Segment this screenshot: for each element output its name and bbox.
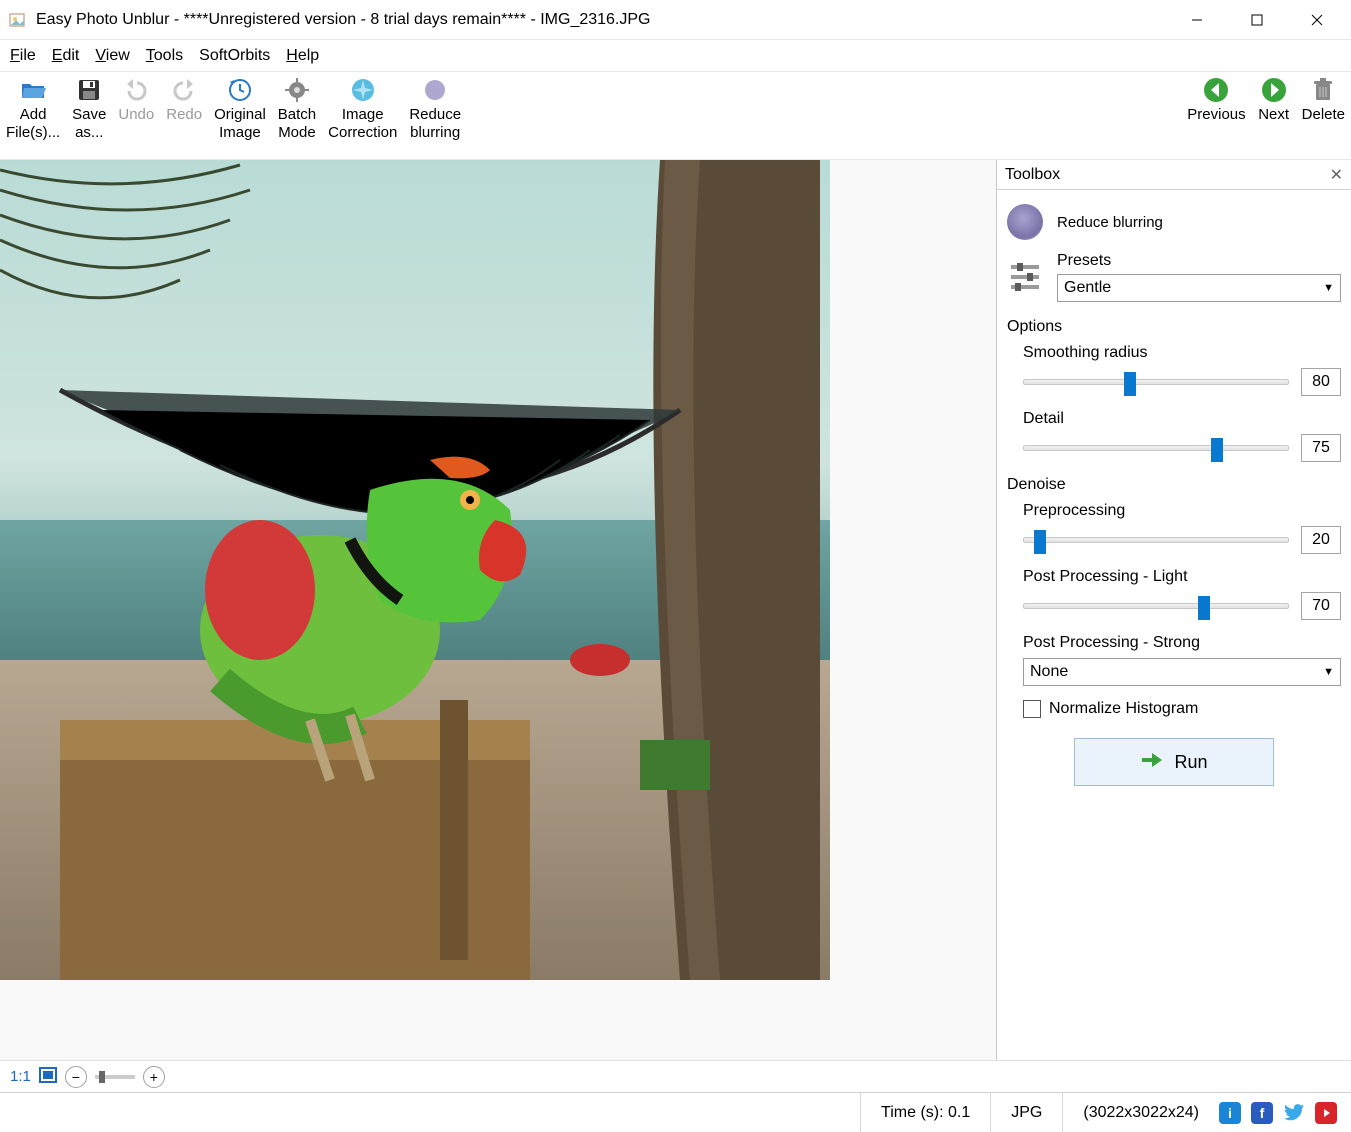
add-files-button[interactable]: Add File(s)... [0,72,66,159]
original-image-button[interactable]: Original Image [208,72,272,159]
options-group-label: Options [1007,318,1341,336]
menu-file[interactable]: File [10,47,36,65]
blur-mode-icon [1007,204,1043,240]
zoom-bar: 1:1 − + [0,1060,1351,1092]
postprocessing-light-slider[interactable] [1023,603,1289,609]
zoom-slider[interactable] [95,1075,135,1079]
save-icon [75,76,103,104]
normalize-histogram-label: Normalize Histogram [1049,700,1198,718]
app-icon [8,10,28,30]
main-area: Toolbox ✕ Reduce blurring Presets Gentle… [0,160,1351,1060]
next-button[interactable]: Next [1252,72,1296,159]
detail-label: Detail [1023,410,1341,428]
menu-view[interactable]: View [95,47,129,65]
zoom-1to1-button[interactable]: 1:1 [10,1068,31,1085]
folder-open-icon [19,76,47,104]
detail-value[interactable]: 75 [1301,434,1341,462]
window-title: Easy Photo Unblur - ****Unregistered ver… [36,11,1167,29]
toolbar: Add File(s)... Save as... Undo Redo Orig… [0,72,1351,160]
toolbox-header: Toolbox ✕ [997,160,1351,190]
run-arrow-icon [1140,750,1164,775]
postprocessing-light-value[interactable]: 70 [1301,592,1341,620]
arrow-left-icon [1202,76,1230,104]
chevron-down-icon: ▼ [1323,666,1334,678]
image-correction-button[interactable]: Image Correction [322,72,403,159]
normalize-histogram-checkbox[interactable] [1023,700,1041,718]
close-button[interactable] [1287,0,1347,40]
presets-combo[interactable]: Gentle ▼ [1057,274,1341,302]
undo-button[interactable]: Undo [112,72,160,159]
toolbox-panel: Toolbox ✕ Reduce blurring Presets Gentle… [996,160,1351,1060]
postprocessing-light-label: Post Processing - Light [1023,568,1341,586]
minimize-button[interactable] [1167,0,1227,40]
smoothing-label: Smoothing radius [1023,344,1341,362]
arrow-right-icon [1260,76,1288,104]
titlebar: Easy Photo Unblur - ****Unregistered ver… [0,0,1351,40]
presets-icon [1007,259,1043,295]
image-canvas[interactable] [0,160,996,1060]
clock-icon [226,76,254,104]
detail-slider[interactable] [1023,445,1289,451]
preprocessing-value[interactable]: 20 [1301,526,1341,554]
maximize-button[interactable] [1227,0,1287,40]
twitter-icon[interactable] [1283,1102,1305,1124]
mode-label: Reduce blurring [1057,214,1163,231]
chevron-down-icon: ▼ [1323,282,1334,294]
youtube-icon[interactable] [1315,1102,1337,1124]
menu-tools[interactable]: Tools [146,47,183,65]
toolbox-title: Toolbox [1005,166,1060,184]
trash-icon [1309,76,1337,104]
statusbar: Time (s): 0.1 JPG (3022x3022x24) i f [0,1092,1351,1132]
run-button[interactable]: Run [1074,738,1274,786]
batch-mode-button[interactable]: Batch Mode [272,72,322,159]
image-preview [0,160,830,980]
previous-button[interactable]: Previous [1181,72,1251,159]
zoom-out-button[interactable]: − [65,1066,87,1088]
status-time: Time (s): 0.1 [860,1093,990,1132]
preprocessing-slider[interactable] [1023,537,1289,543]
menu-help[interactable]: Help [286,47,319,65]
redo-icon [170,76,198,104]
postprocessing-strong-combo[interactable]: None ▼ [1023,658,1341,686]
presets-label: Presets [1057,252,1341,270]
postprocessing-strong-label: Post Processing - Strong [1023,634,1341,652]
smoothing-slider[interactable] [1023,379,1289,385]
blur-icon [421,76,449,104]
menu-edit[interactable]: Edit [52,47,80,65]
save-as-button[interactable]: Save as... [66,72,112,159]
fit-screen-button[interactable] [39,1067,57,1087]
facebook-icon[interactable]: f [1251,1102,1273,1124]
preprocessing-label: Preprocessing [1023,502,1341,520]
denoise-group-label: Denoise [1007,476,1341,494]
info-icon[interactable]: i [1219,1102,1241,1124]
sparkle-icon [349,76,377,104]
zoom-in-button[interactable]: + [143,1066,165,1088]
menu-softorbits[interactable]: SoftOrbits [199,47,270,65]
smoothing-value[interactable]: 80 [1301,368,1341,396]
gear-icon [283,76,311,104]
delete-button[interactable]: Delete [1296,72,1351,159]
reduce-blurring-button[interactable]: Reduce blurring [403,72,467,159]
menubar: File Edit View Tools SoftOrbits Help [0,40,1351,72]
redo-button[interactable]: Redo [160,72,208,159]
status-dimensions: (3022x3022x24) [1062,1093,1219,1132]
toolbox-close-button[interactable]: ✕ [1330,165,1343,185]
status-format: JPG [990,1093,1062,1132]
undo-icon [122,76,150,104]
